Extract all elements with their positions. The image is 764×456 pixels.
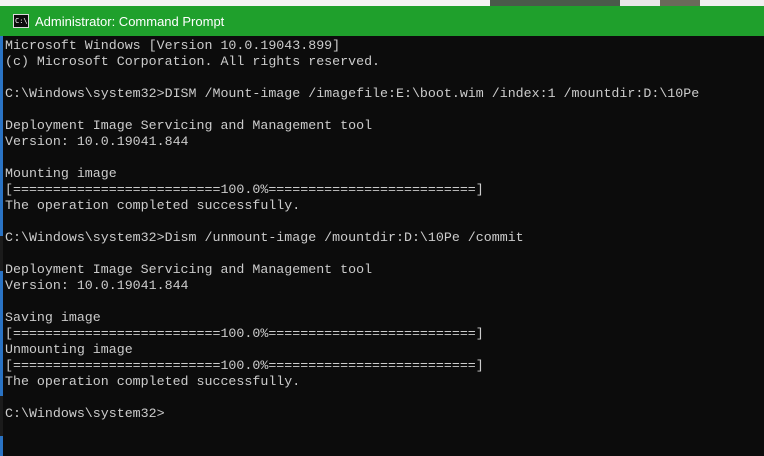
title-bar[interactable]: C:\ Administrator: Command Prompt xyxy=(0,6,764,36)
console-line: Version: 10.0.19041.844 xyxy=(5,134,189,149)
cmd-console-icon: C:\ xyxy=(13,14,29,28)
console-line: The operation completed successfully. xyxy=(5,198,301,213)
console-output-area[interactable]: Microsoft Windows [Version 10.0.19043.89… xyxy=(3,36,764,456)
progress-line: [==========================100.0%=======… xyxy=(5,182,484,197)
progress-line: [==========================100.0%=======… xyxy=(5,326,484,341)
progress-line: [==========================100.0%=======… xyxy=(5,358,484,373)
console-line: Mounting image xyxy=(5,166,117,181)
console-line: The operation completed successfully. xyxy=(5,374,301,389)
command-prompt-input[interactable]: C:\Windows\system32> xyxy=(5,406,699,422)
console-lines: Microsoft Windows [Version 10.0.19043.89… xyxy=(5,38,699,422)
console-line: Saving image xyxy=(5,310,101,325)
command-prompt-window: C:\ Administrator: Command Prompt Micros… xyxy=(0,0,764,456)
console-line: Deployment Image Servicing and Managemen… xyxy=(5,118,373,133)
window-title: Administrator: Command Prompt xyxy=(35,13,225,29)
console-line: Version: 10.0.19041.844 xyxy=(5,278,189,293)
command-line: C:\Windows\system32>DISM /Mount-image /i… xyxy=(5,86,700,101)
console-line: Microsoft Windows [Version 10.0.19043.89… xyxy=(5,38,341,53)
console-line: (c) Microsoft Corporation. All rights re… xyxy=(5,54,381,69)
console-line: Unmounting image xyxy=(5,342,133,357)
console-line: Deployment Image Servicing and Managemen… xyxy=(5,262,373,277)
command-line: C:\Windows\system32>Dism /unmount-image … xyxy=(5,230,524,245)
